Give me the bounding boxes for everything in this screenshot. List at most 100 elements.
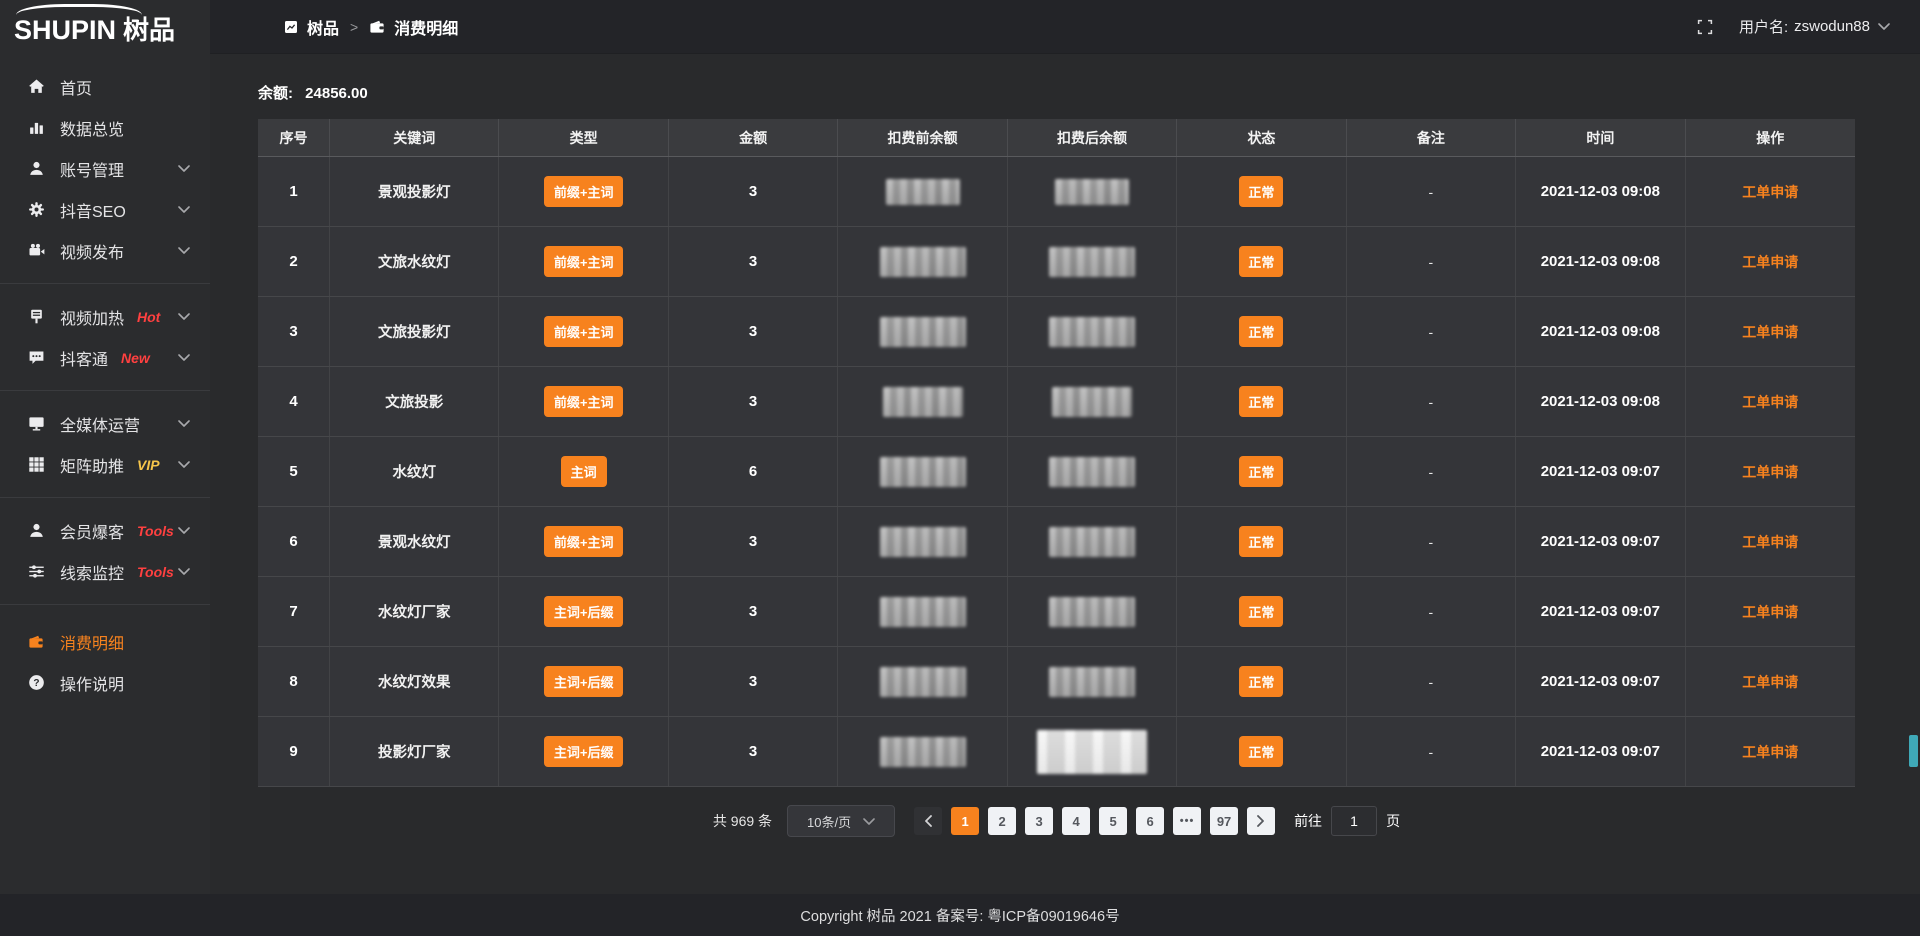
redacted-balance-before <box>883 387 963 417</box>
sidebar-item[interactable]: 抖音SEO <box>0 189 210 230</box>
sidebar-item-label: 抖音SEO <box>60 198 126 222</box>
table-header-cell: 操作 <box>1686 119 1855 156</box>
wallet-icon <box>369 19 385 35</box>
question-icon: ? <box>27 674 45 692</box>
redacted-balance-before <box>886 179 960 205</box>
sidebar: SHUPIN树品 首页数据总览账号管理抖音SEO 视频发布视频加热Hot抖客通Ne… <box>0 0 210 894</box>
status-badge: 正常 <box>1239 246 1283 277</box>
balance-before-cell <box>838 437 1007 506</box>
sidebar-item[interactable]: 线索监控Tools <box>0 551 210 592</box>
keyword-cell: 投影灯厂家 <box>330 717 499 786</box>
status-cell: 正常 <box>1177 157 1346 226</box>
type-badge: 前缀+主词 <box>544 386 624 417</box>
status-badge: 正常 <box>1239 736 1283 767</box>
sidebar-item[interactable]: 矩阵助推VIP <box>0 444 210 485</box>
type-badge: 主词+后缀 <box>544 736 624 767</box>
row-index-cell: 9 <box>258 717 330 786</box>
balance-before-cell <box>838 367 1007 436</box>
sidebar-divider <box>0 390 210 391</box>
status-badge: 正常 <box>1239 386 1283 417</box>
work-order-link[interactable]: 工单申请 <box>1742 672 1798 692</box>
pagination-pages: 123456 ••• 97 <box>951 807 1238 835</box>
page-button[interactable]: 4 <box>1062 807 1090 835</box>
goto-page-input[interactable] <box>1331 806 1377 836</box>
amount-cell: 3 <box>669 367 838 436</box>
sidebar-item[interactable]: 消费明细 <box>0 621 210 662</box>
work-order-link[interactable]: 工单申请 <box>1742 252 1798 272</box>
page-button[interactable]: 2 <box>988 807 1016 835</box>
redacted-balance-after <box>1049 247 1135 277</box>
redacted-balance-after <box>1049 667 1135 697</box>
remark-cell: - <box>1347 647 1516 716</box>
sidebar-item[interactable]: 视频加热Hot <box>0 296 210 337</box>
amount-cell: 3 <box>669 577 838 646</box>
sidebar-item[interactable]: 抖客通New <box>0 337 210 378</box>
fullscreen-icon[interactable] <box>1697 19 1713 35</box>
sidebar-item-label: 消费明细 <box>60 630 124 654</box>
next-page-button[interactable] <box>1247 807 1275 835</box>
work-order-link[interactable]: 工单申请 <box>1742 322 1798 342</box>
sidebar-item[interactable]: 账号管理 <box>0 148 210 189</box>
chevron-down-icon <box>1878 23 1890 30</box>
chart-icon <box>27 119 45 137</box>
keyword-cell: 水纹灯效果 <box>330 647 499 716</box>
page-button[interactable]: 3 <box>1025 807 1053 835</box>
table-row: 3文旅投影灯前缀+主词3正常-2021-12-03 09:08工单申请 <box>258 297 1855 367</box>
goto-label: 前往 <box>1294 811 1322 831</box>
breadcrumb-item-home[interactable]: 树品 <box>307 15 339 39</box>
page-button[interactable]: 1 <box>951 807 979 835</box>
logo-text-cn: 树品 <box>123 15 175 45</box>
status-badge: 正常 <box>1239 456 1283 487</box>
row-index-cell: 6 <box>258 507 330 576</box>
type-badge: 前缀+主词 <box>544 526 624 557</box>
action-cell: 工单申请 <box>1686 367 1855 436</box>
work-order-link[interactable]: 工单申请 <box>1742 392 1798 412</box>
pagination: 共 969 条 10条/页 123456•••97 前往 页 <box>258 805 1855 837</box>
sidebar-item[interactable]: 视频发布 <box>0 230 210 271</box>
app-logo[interactable]: SHUPIN树品 <box>0 0 210 54</box>
grid-icon <box>27 456 45 474</box>
sidebar-item[interactable]: ?操作说明 <box>0 662 210 703</box>
balance-before-cell <box>838 717 1007 786</box>
redacted-balance-before <box>880 737 966 767</box>
user-menu[interactable]: 用户名: zswodun88 <box>1739 16 1890 37</box>
page-button[interactable]: 97 <box>1210 807 1238 835</box>
row-index-cell: 4 <box>258 367 330 436</box>
type-badge: 主词+后缀 <box>544 666 624 697</box>
table-row: 7水纹灯厂家主词+后缀3正常-2021-12-03 09:07工单申请 <box>258 577 1855 647</box>
sidebar-item-label: 视频发布 <box>60 239 124 263</box>
work-order-link[interactable]: 工单申请 <box>1742 602 1798 622</box>
video-icon <box>27 242 45 260</box>
time-cell: 2021-12-03 09:08 <box>1516 367 1685 436</box>
scrollbar-thumb[interactable] <box>1909 735 1918 767</box>
work-order-link[interactable]: 工单申请 <box>1742 462 1798 482</box>
sidebar-item[interactable]: 会员爆客Tools <box>0 510 210 551</box>
status-cell: 正常 <box>1177 647 1346 716</box>
prev-page-button[interactable] <box>914 807 942 835</box>
sidebar-item-badge: Tools <box>137 564 174 580</box>
dashboard-icon <box>284 20 298 34</box>
remark-cell: - <box>1347 717 1516 786</box>
balance-after-cell <box>1008 227 1177 296</box>
work-order-link[interactable]: 工单申请 <box>1742 742 1798 762</box>
redacted-balance-after <box>1049 597 1135 627</box>
sidebar-item[interactable]: 首页 <box>0 66 210 107</box>
page-button[interactable]: 5 <box>1099 807 1127 835</box>
pagination-ellipsis[interactable]: ••• <box>1173 807 1201 835</box>
page: SHUPIN树品 首页数据总览账号管理抖音SEO视频发布视频加热Hot抖客通Ne… <box>0 0 1920 936</box>
remark-cell: - <box>1347 227 1516 296</box>
table-header-cell: 状态 <box>1177 119 1346 156</box>
balance-after-cell <box>1008 297 1177 366</box>
time-cell: 2021-12-03 09:07 <box>1516 437 1685 506</box>
logo-text-en: SHUPIN <box>14 15 116 45</box>
sidebar-item[interactable]: 数据总览 <box>0 107 210 148</box>
logo-arc <box>16 4 142 15</box>
work-order-link[interactable]: 工单申请 <box>1742 532 1798 552</box>
page-size-select[interactable]: 10条/页 <box>787 805 895 837</box>
work-order-link[interactable]: 工单申请 <box>1742 182 1798 202</box>
page-button[interactable]: 6 <box>1136 807 1164 835</box>
time-cell: 2021-12-03 09:08 <box>1516 157 1685 226</box>
amount-cell: 3 <box>669 297 838 366</box>
sidebar-item[interactable]: 全媒体运营 <box>0 403 210 444</box>
balance-after-cell <box>1008 577 1177 646</box>
